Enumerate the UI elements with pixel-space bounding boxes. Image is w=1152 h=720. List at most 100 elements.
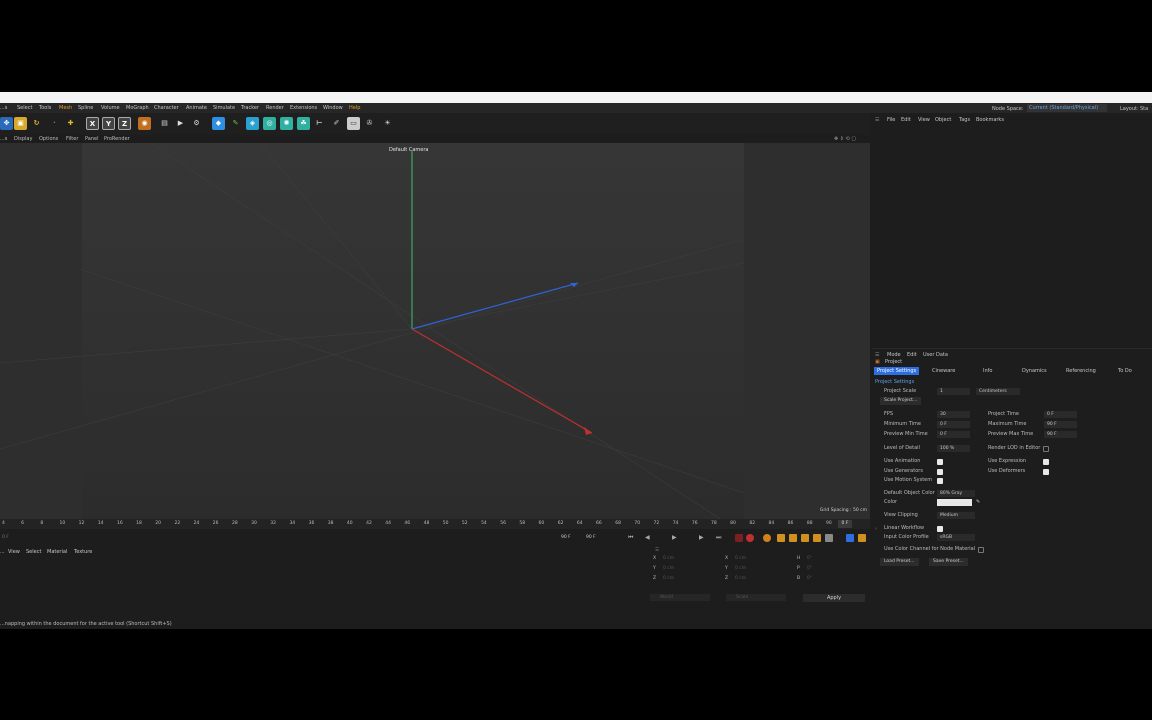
tab-referencing[interactable]: Referencing [1066, 367, 1096, 375]
fields-icon[interactable]: ☘ [297, 117, 310, 130]
menu-mograph[interactable]: MoGraph [126, 103, 149, 113]
tab-to-do[interactable]: To Do [1118, 367, 1132, 375]
camera-label[interactable]: Default Camera [389, 147, 428, 153]
prev-frame-icon[interactable]: ◀ [645, 534, 653, 542]
lod-field[interactable]: 100 % [937, 445, 970, 452]
project-scale-unit-dropdown[interactable]: Centimeters [976, 388, 1020, 395]
menu-simulate[interactable]: Simulate [213, 103, 235, 113]
panel-divider[interactable] [872, 348, 1152, 349]
material-menu-select[interactable]: Select [26, 548, 41, 557]
rotation-p-field[interactable]: 0° [807, 566, 812, 571]
end-frame-field[interactable]: 90 F [561, 534, 571, 542]
position-y-field[interactable]: 0 cm [663, 566, 674, 571]
render-lod-checkbox[interactable] [1043, 446, 1049, 452]
save-preset-button[interactable]: Save Preset... [929, 558, 968, 566]
render-region-icon[interactable]: ▤ [158, 117, 171, 130]
node-space-dropdown[interactable]: Current (Standard/Physical) [1027, 104, 1107, 112]
coordinate-system-icon[interactable]: ◉ [138, 117, 151, 130]
record-icon[interactable] [735, 534, 743, 542]
menu-item-partial[interactable]: ...s [0, 103, 7, 113]
go-to-end-icon[interactable]: ⏭ [716, 534, 724, 542]
fps-field[interactable]: 30 [937, 411, 970, 418]
object-manager-menu-icon[interactable]: ☰ [875, 116, 879, 124]
project-scale-field[interactable]: 1 [937, 388, 970, 395]
om-menu-bookmarks[interactable]: Bookmarks [976, 116, 1004, 124]
cloner-icon[interactable]: ◎ [263, 117, 276, 130]
timeline-ruler[interactable]: 4 6 8 10 12 14 16 18 20 22 24 26 28 30 32 34 36 38 40 42 44 4… [0, 519, 870, 529]
om-menu-file[interactable]: File [887, 116, 895, 124]
x-axis-lock-icon[interactable]: X [86, 117, 99, 130]
viewport-menu-prorender[interactable]: ProRender [104, 135, 130, 143]
attr-menu-edit[interactable]: Edit [907, 352, 917, 359]
view-clipping-dropdown[interactable]: Medium [937, 512, 975, 519]
min-time-field[interactable]: 0 F [937, 421, 970, 428]
rotation-h-field[interactable]: 0° [807, 556, 812, 561]
coord-space-dropdown[interactable]: World [650, 594, 710, 601]
attr-menu-icon[interactable]: ☰ [875, 352, 879, 359]
eyedropper-icon[interactable]: ✎ [976, 499, 980, 506]
rotation-b-field[interactable]: 0° [807, 576, 812, 581]
timeline-options-icon[interactable] [846, 534, 854, 542]
material-menu-texture[interactable]: Texture [74, 548, 92, 557]
material-menu-partial[interactable]: ... [0, 548, 5, 557]
start-frame-field[interactable]: 0 F [2, 534, 9, 542]
pen-tool-icon[interactable]: ✎ [229, 117, 242, 130]
project-time-field[interactable]: 0 F [1044, 411, 1077, 418]
play-icon[interactable]: ▶ [672, 534, 680, 542]
default-color-dropdown[interactable]: 80% Gray [937, 490, 975, 497]
param-key-icon[interactable] [813, 534, 821, 542]
menu-extensions[interactable]: Extensions [290, 103, 317, 113]
select-tool-icon[interactable]: · [48, 117, 61, 130]
om-menu-object[interactable]: Object [935, 116, 951, 124]
tab-project-settings[interactable]: Project Settings [874, 367, 920, 375]
next-frame-icon[interactable]: ▶ [699, 534, 707, 542]
coord-menu-icon[interactable]: ☰ [655, 548, 659, 553]
menu-volume[interactable]: Volume [101, 103, 120, 113]
tab-dynamics[interactable]: Dynamics [1022, 367, 1047, 375]
move-tool-icon[interactable]: ✥ [0, 117, 13, 130]
attr-menu-mode[interactable]: Mode [887, 352, 901, 359]
current-frame-indicator[interactable]: 0 F [838, 520, 852, 528]
use-expression-checkbox[interactable] [1043, 459, 1049, 465]
pla-key-icon[interactable] [825, 534, 833, 542]
preview-max-field[interactable]: 90 F [1044, 431, 1077, 438]
scale-z-field[interactable]: 0 cm [735, 576, 746, 581]
scale-tool-icon[interactable]: ▣ [14, 117, 27, 130]
color-management-expand-icon[interactable]: › [875, 526, 877, 533]
viewport-menu-options[interactable]: Options [39, 135, 58, 143]
menu-character[interactable]: Character [154, 103, 179, 113]
attr-menu-user-data[interactable]: User Data [923, 352, 948, 359]
scale-project-button[interactable]: Scale Project... [880, 397, 922, 405]
color-swatch[interactable] [937, 499, 972, 506]
menu-animate[interactable]: Animate [186, 103, 207, 113]
preview-min-field[interactable]: 0 F [937, 431, 970, 438]
coord-mode-dropdown[interactable]: Scale [726, 594, 786, 601]
motion-clip-icon[interactable] [858, 534, 866, 542]
3d-viewport[interactable]: Default Camera Grid Spacing : 50 cm [0, 143, 870, 519]
scale-key-icon[interactable] [789, 534, 797, 542]
viewport-menu-filter[interactable]: Filter [66, 135, 78, 143]
spline-pen-icon[interactable]: ✐ [330, 117, 343, 130]
floor-icon[interactable]: ▭ [347, 117, 360, 130]
camera-icon[interactable]: ✇ [363, 117, 376, 130]
render-view-icon[interactable]: ▶ [174, 117, 187, 130]
viewport-nav-icons[interactable]: ✥ ⇕ ⟲ ▢ [834, 135, 856, 143]
menu-select[interactable]: Select [17, 103, 32, 113]
menu-window[interactable]: Window [323, 103, 343, 113]
material-menu-view[interactable]: View [8, 548, 20, 557]
go-to-start-icon[interactable]: ⏮ [628, 534, 636, 542]
material-menu-material[interactable]: Material [47, 548, 67, 557]
position-x-field[interactable]: 0 cm [663, 556, 674, 561]
menu-mesh[interactable]: Mesh [59, 103, 72, 113]
effector-icon[interactable]: ✺ [280, 117, 293, 130]
scale-y-field[interactable]: 0 cm [735, 566, 746, 571]
tab-cineware[interactable]: Cineware [932, 367, 955, 375]
om-menu-view[interactable]: View [918, 116, 930, 124]
deformer-icon[interactable]: ⊢ [313, 117, 326, 130]
viewport-menu-display[interactable]: Display [14, 135, 32, 143]
create-tool-icon[interactable]: ✚ [64, 117, 77, 130]
subdivision-icon[interactable]: ◈ [246, 117, 259, 130]
apply-button[interactable]: Apply [803, 594, 865, 602]
linear-workflow-checkbox[interactable] [937, 526, 943, 532]
om-menu-tags[interactable]: Tags [959, 116, 970, 124]
